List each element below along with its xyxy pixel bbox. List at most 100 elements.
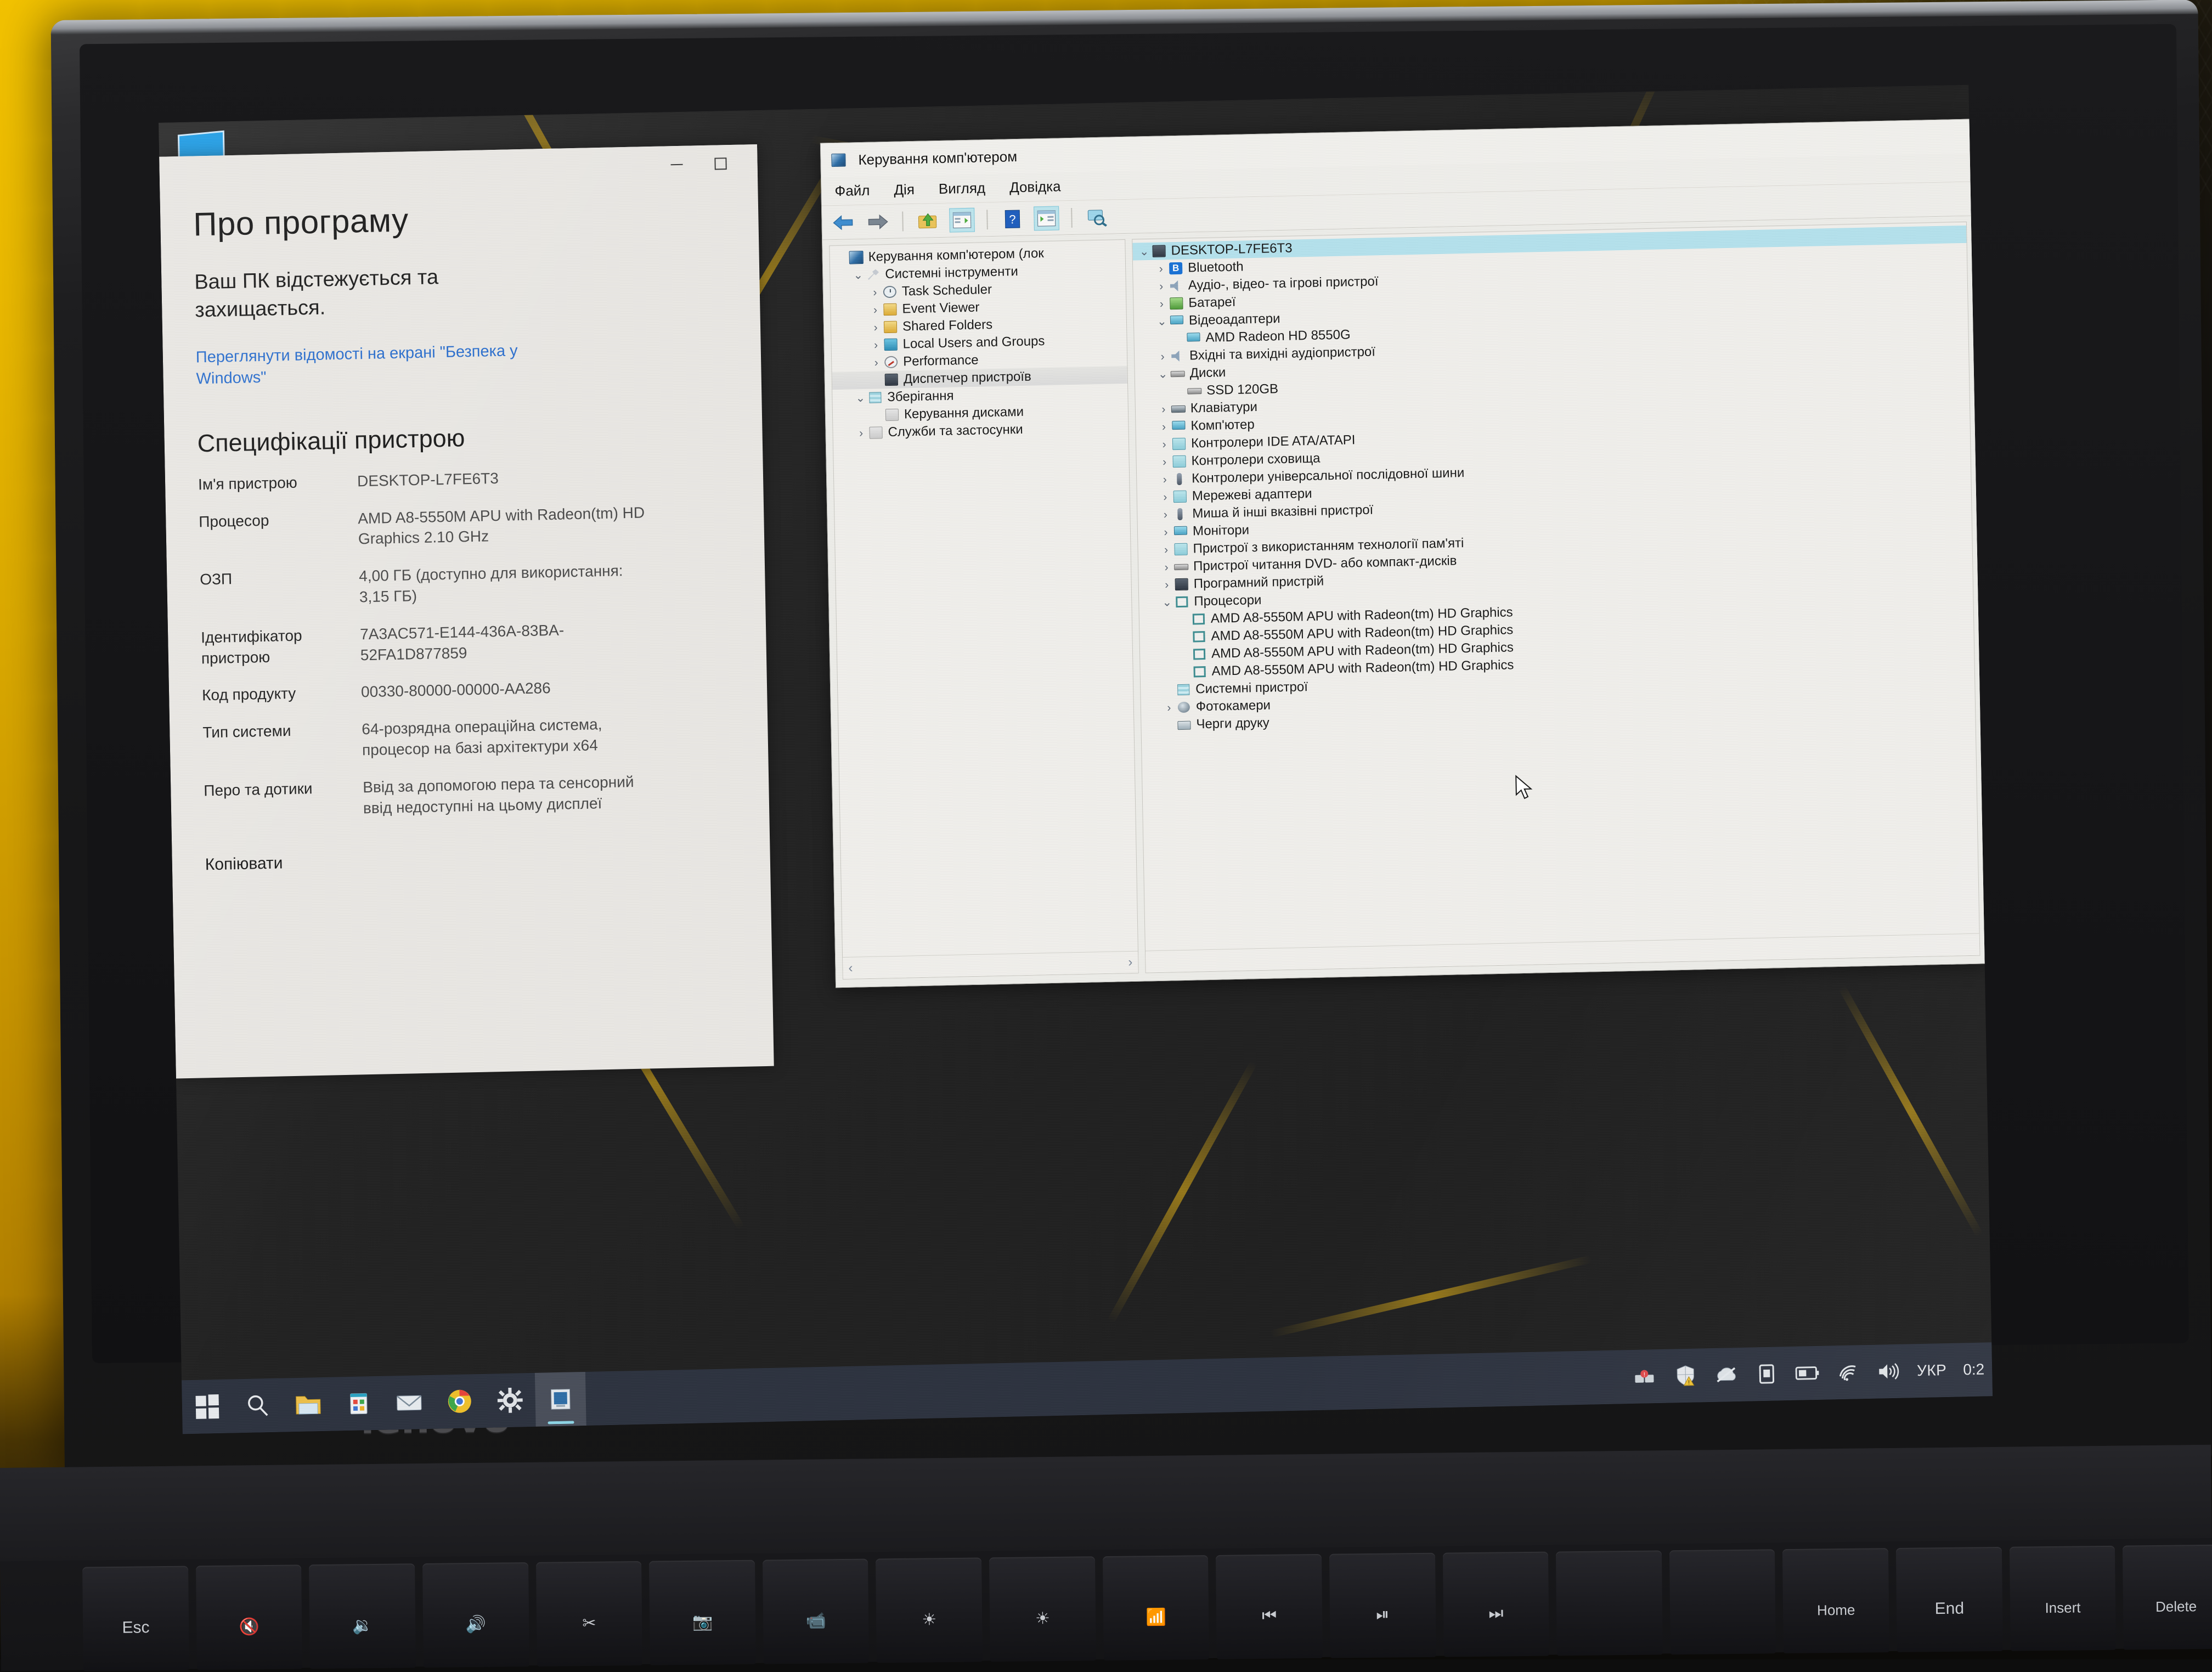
chevron-right-icon[interactable]: › <box>1156 421 1171 433</box>
services-icon <box>868 425 883 440</box>
clock[interactable]: 0:2 <box>1963 1361 1985 1379</box>
chevron-down-icon[interactable]: ⌄ <box>853 392 867 404</box>
chevron-right-icon[interactable]: › <box>868 286 882 299</box>
copy-button[interactable]: Копіювати <box>205 854 283 875</box>
chevron-right-icon[interactable]: › <box>868 304 882 316</box>
chevron-right-icon[interactable]: › <box>854 427 868 439</box>
network-problem-icon[interactable]: ! <box>1633 1364 1657 1389</box>
back-arrow-icon[interactable] <box>831 210 856 235</box>
tree-spacer <box>1177 637 1192 638</box>
computer-management-taskbar-button[interactable] <box>535 1372 586 1427</box>
file-explorer-button[interactable] <box>283 1377 334 1432</box>
key-fn-12[interactable]: ⏭ <box>1442 1552 1549 1657</box>
key-fn-10[interactable]: ⏮ <box>1216 1554 1323 1659</box>
chevron-right-icon[interactable]: › <box>1156 403 1171 415</box>
key-fn-9[interactable]: 📶 <box>1103 1555 1210 1660</box>
chevron-right-icon[interactable]: › <box>1160 579 1174 591</box>
key-esc[interactable]: Esc <box>82 1566 189 1671</box>
menu-item-1[interactable]: Дія <box>894 181 915 199</box>
start-button[interactable] <box>182 1379 233 1434</box>
onedrive-offline-icon[interactable] <box>1714 1363 1739 1387</box>
microsoft-store-button[interactable] <box>333 1376 385 1431</box>
chevron-right-icon[interactable]: › <box>1162 702 1176 714</box>
chevron-down-icon[interactable]: ⌄ <box>1137 245 1151 257</box>
search-button[interactable] <box>232 1378 284 1433</box>
scroll-left-icon[interactable]: ‹ <box>848 960 853 976</box>
key-fn-8[interactable]: ☀ <box>989 1556 1096 1662</box>
chevron-right-icon[interactable]: › <box>1155 351 1170 363</box>
key-fn-1[interactable]: 🔇 <box>196 1564 303 1670</box>
spec-value: 00330-80000-00000-AA286 <box>361 675 658 702</box>
wifi-icon[interactable] <box>1836 1360 1860 1384</box>
taskbar-pinned-items[interactable] <box>182 1372 586 1434</box>
chevron-right-icon[interactable]: › <box>1158 474 1172 486</box>
key-home[interactable]: Home <box>1782 1548 1889 1653</box>
tree-node-label: Системні інструменти <box>885 264 1018 282</box>
key-fn-14[interactable] <box>1669 1549 1776 1654</box>
chevron-right-icon[interactable]: › <box>1158 491 1172 503</box>
minimize-button[interactable] <box>656 151 697 178</box>
key-delete[interactable]: Delete <box>2123 1545 2212 1650</box>
chevron-down-icon[interactable]: ⌄ <box>1156 368 1170 380</box>
maximize-button[interactable] <box>700 150 741 178</box>
help-icon[interactable]: ? <box>1000 206 1025 231</box>
show-console-tree-icon[interactable] <box>949 207 975 232</box>
key-end[interactable]: End <box>1896 1547 2003 1652</box>
scroll-right-icon[interactable]: › <box>1128 954 1133 970</box>
google-chrome-button[interactable] <box>434 1374 486 1429</box>
menu-item-3[interactable]: Довідка <box>1009 178 1061 196</box>
tablet-mode-icon[interactable] <box>1754 1361 1779 1386</box>
chevron-right-icon[interactable]: › <box>868 322 883 334</box>
computer-management-window[interactable]: Керування комп'ютером ФайлДіяВиглядДовід… <box>820 119 1988 988</box>
chevron-right-icon[interactable]: › <box>868 339 883 351</box>
menu-item-2[interactable]: Вигляд <box>939 179 986 198</box>
key-fn-5[interactable]: 📷 <box>649 1560 756 1665</box>
spec-row: Ідентифікатор пристрою7A3AC571-E144-436A… <box>201 616 733 669</box>
chevron-right-icon[interactable]: › <box>1157 456 1171 468</box>
chevron-down-icon[interactable]: ⌄ <box>851 269 865 281</box>
device-manager-pane[interactable]: ⌄DESKTOP-L7FE6T3›BBluetooth›Аудіо-, віде… <box>1132 222 1980 973</box>
scan-hardware-icon[interactable] <box>1084 205 1110 229</box>
key-fn-3[interactable]: 🔊 <box>422 1562 529 1668</box>
key-fn-2[interactable]: 🔉 <box>309 1563 416 1669</box>
settings-gear-button[interactable] <box>484 1373 536 1428</box>
key-fn-6[interactable]: 📹 <box>763 1559 870 1664</box>
mail-button[interactable] <box>383 1375 435 1430</box>
chevron-right-icon[interactable]: › <box>1154 263 1168 275</box>
properties-icon[interactable] <box>1034 206 1059 230</box>
chevron-right-icon[interactable]: › <box>1159 526 1173 538</box>
windows-security-warning-icon[interactable]: ! <box>1673 1364 1698 1388</box>
chevron-right-icon[interactable]: › <box>1159 544 1173 556</box>
display-adapter-icon <box>1169 314 1184 329</box>
chevron-right-icon[interactable]: › <box>1154 298 1169 310</box>
tree-node-label: Контролери IDE ATA/ATAPI <box>1191 432 1356 451</box>
battery-icon <box>1169 296 1184 311</box>
key-insert[interactable]: Insert <box>2010 1546 2117 1651</box>
key-fn-4[interactable]: ✂ <box>536 1561 643 1667</box>
key-fn-7[interactable]: ☀ <box>876 1557 983 1663</box>
chevron-right-icon[interactable]: › <box>869 357 883 369</box>
keyboard-language-indicator[interactable]: УКР <box>1917 1361 1947 1380</box>
key-fn-13[interactable] <box>1556 1550 1663 1656</box>
chevron-down-icon[interactable]: ⌄ <box>1160 596 1174 609</box>
chevron-right-icon[interactable]: › <box>1157 438 1171 451</box>
spec-label: ОЗП <box>200 566 359 611</box>
windows-security-link[interactable]: Переглянути відомості на екрані "Безпека… <box>196 340 548 390</box>
volume-icon[interactable] <box>1876 1359 1901 1384</box>
forward-arrow-icon[interactable] <box>865 209 890 234</box>
battery-icon[interactable] <box>1795 1361 1820 1386</box>
key-fn-11[interactable]: ⏯ <box>1329 1553 1436 1658</box>
disk-management-icon <box>884 408 900 423</box>
settings-about-window[interactable]: Про програму Ваш ПК відстежується та зах… <box>159 144 774 1079</box>
console-tree-list[interactable]: Керування комп'ютером (лок⌄Системні інст… <box>830 240 1138 957</box>
device-tree-list[interactable]: ⌄DESKTOP-L7FE6T3›BBluetooth›Аудіо-, віде… <box>1132 222 1979 951</box>
menu-item-0[interactable]: Файл <box>834 182 870 200</box>
function-key-row[interactable]: Esc🔇🔉🔊✂📷📹☀☀📶⏮⏯⏭HomeEndInsertDelete <box>82 1545 2212 1671</box>
chevron-down-icon[interactable]: ⌄ <box>1155 316 1169 328</box>
chevron-right-icon[interactable]: › <box>1154 280 1169 292</box>
chevron-right-icon[interactable]: › <box>1158 509 1172 521</box>
system-tray[interactable]: ! ! <box>1633 1357 1993 1389</box>
console-tree-pane[interactable]: Керування комп'ютером (лок⌄Системні інст… <box>829 239 1138 979</box>
up-folder-icon[interactable] <box>915 208 941 233</box>
chevron-right-icon[interactable]: › <box>1159 561 1173 573</box>
